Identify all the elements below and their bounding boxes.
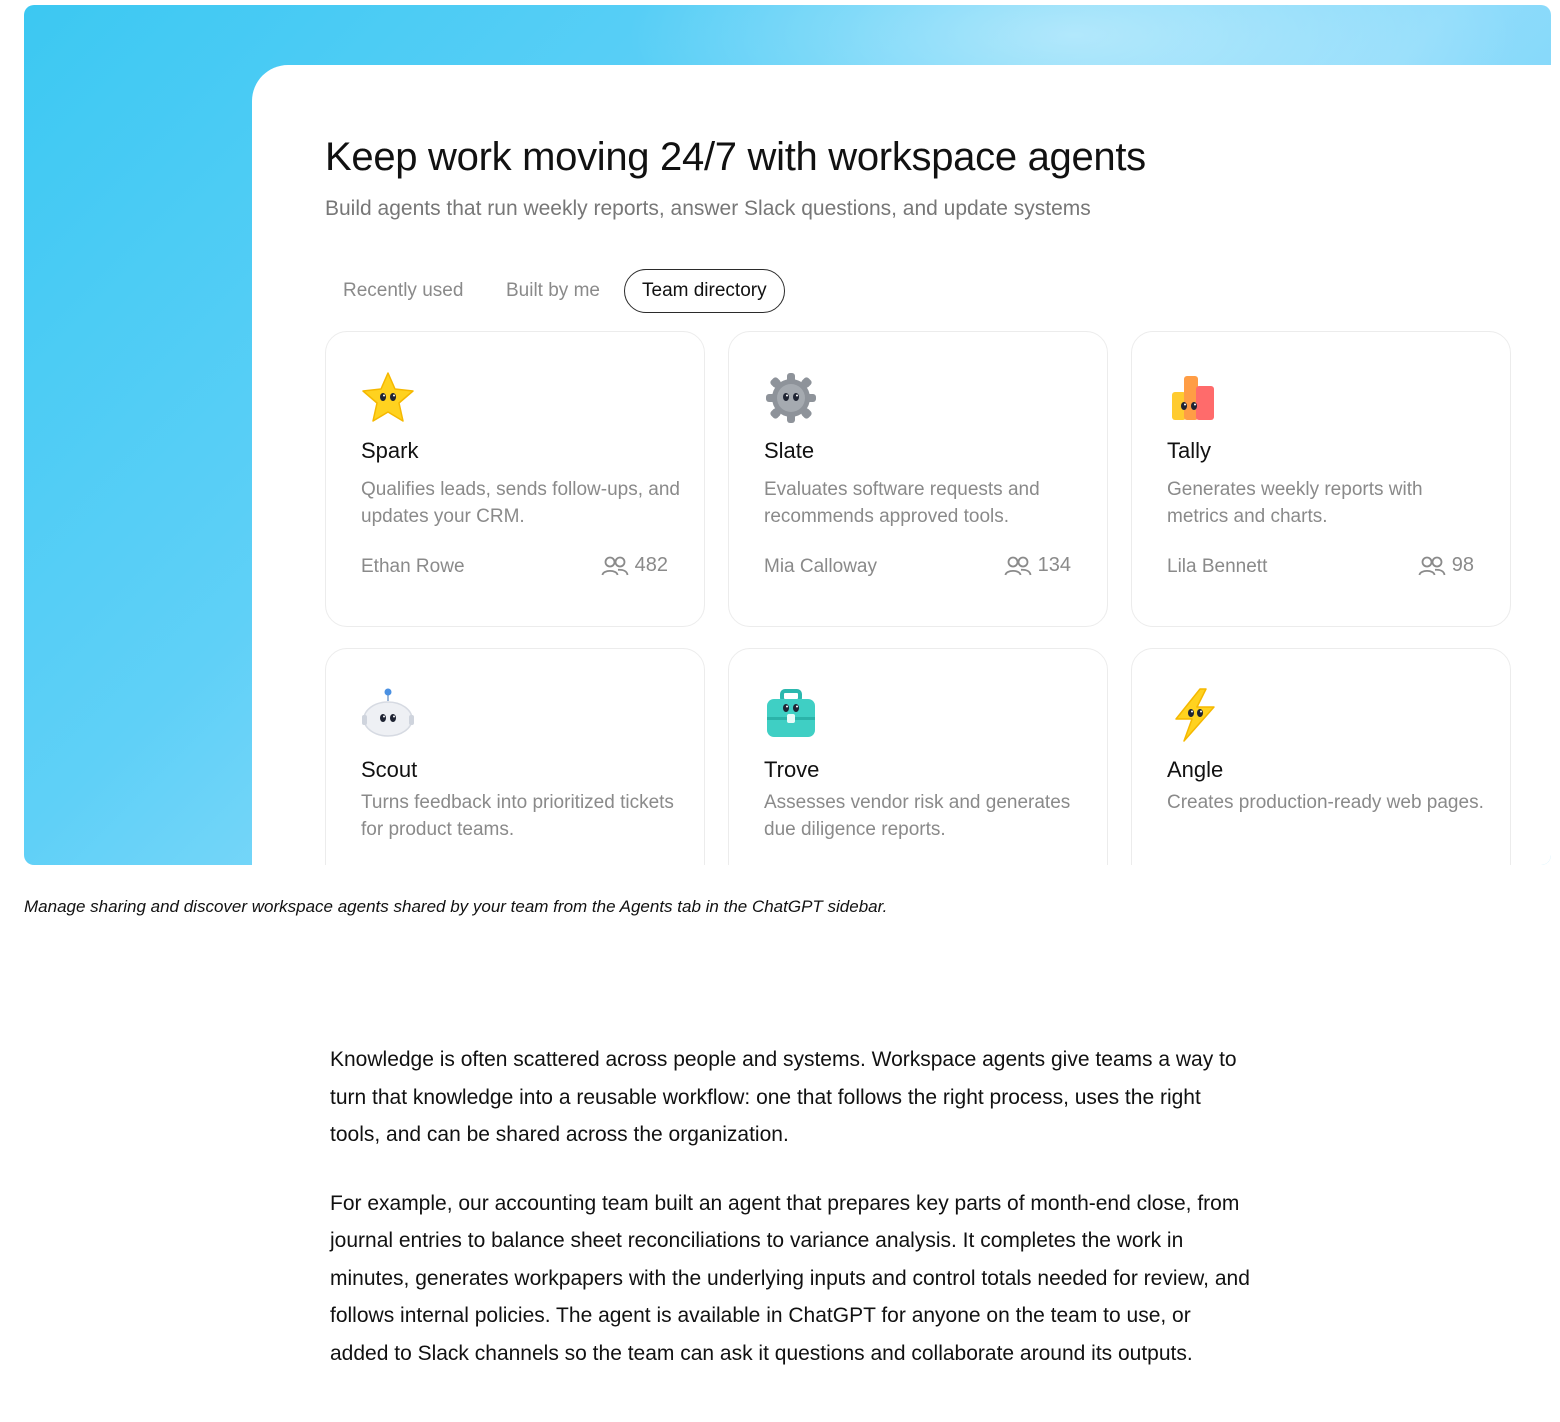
agent-author: Ethan Rowe — [361, 556, 465, 577]
agent-author: Lila Bennett — [1167, 556, 1268, 577]
body-paragraph: Knowledge is often scattered across peop… — [330, 1048, 1237, 1146]
agent-name: Trove — [764, 757, 820, 782]
star-face-icon — [362, 372, 414, 422]
agent-name: Tally — [1167, 438, 1212, 463]
users-icon — [601, 556, 629, 575]
agent-description: Generates weekly reports with metrics an… — [1167, 479, 1423, 527]
agent-name: Slate — [764, 438, 815, 463]
agent-user-count: 98 — [1451, 554, 1474, 576]
agent-card-spark[interactable]: Spark Qualifies leads, sends follow-ups,… — [325, 331, 705, 627]
agent-name: Spark — [361, 438, 419, 463]
page-subtitle: Build agents that run weekly reports, an… — [325, 197, 1091, 220]
briefcase-face-icon — [767, 689, 815, 737]
tab-built-by-me[interactable]: Built by me — [506, 269, 600, 313]
agent-name: Scout — [361, 757, 418, 782]
agent-author: Mia Calloway — [764, 556, 877, 577]
agent-description: Evaluates software requests and recommen… — [764, 479, 1040, 527]
gear-face-icon — [766, 373, 816, 423]
agent-user-count: 134 — [1037, 554, 1071, 576]
agent-users: 482 — [601, 554, 668, 577]
page-title: Keep work moving 24/7 with workspace age… — [325, 135, 1146, 179]
agent-description: Turns feedback into prioritized tickets … — [361, 792, 674, 840]
agents-panel: Keep work moving 24/7 with workspace age… — [252, 65, 1551, 865]
robot-face-icon — [362, 688, 414, 737]
agent-card-scout[interactable]: Scout Turns feedback into prioritized ti… — [325, 648, 705, 865]
agent-card-tally[interactable]: Tally Generates weekly reports with metr… — [1131, 331, 1511, 627]
body-paragraph: For example, our accounting team built a… — [330, 1191, 1250, 1365]
agent-card-trove[interactable]: Trove Assesses vendor risk and generates… — [728, 648, 1108, 865]
image-caption: Manage sharing and discover workspace ag… — [24, 897, 888, 916]
agent-name: Angle — [1167, 757, 1224, 782]
agent-description: Assesses vendor risk and generates due d… — [764, 792, 1071, 840]
lightning-face-icon — [1175, 688, 1215, 742]
tab-recently-used[interactable]: Recently used — [343, 269, 463, 313]
tab-team-directory[interactable]: Team directory — [624, 269, 785, 313]
agent-card-slate[interactable]: Slate Evaluates software requests and re… — [728, 331, 1108, 627]
users-icon — [1004, 556, 1032, 575]
agent-description: Qualifies leads, sends follow-ups, and u… — [361, 479, 680, 527]
agent-card-angle[interactable]: Angle Creates production-ready web pages… — [1131, 648, 1511, 865]
hero-banner: Keep work moving 24/7 with workspace age… — [24, 5, 1551, 865]
agent-users: 134 — [1004, 554, 1071, 577]
agent-user-count: 482 — [634, 554, 668, 576]
bar-chart-face-icon — [1172, 376, 1214, 420]
users-icon — [1418, 556, 1446, 575]
agent-description: Creates production-ready web pages. — [1167, 792, 1484, 813]
article-body: Knowledge is often scattered across peop… — [330, 1041, 1250, 1403]
agent-users: 98 — [1418, 554, 1474, 577]
